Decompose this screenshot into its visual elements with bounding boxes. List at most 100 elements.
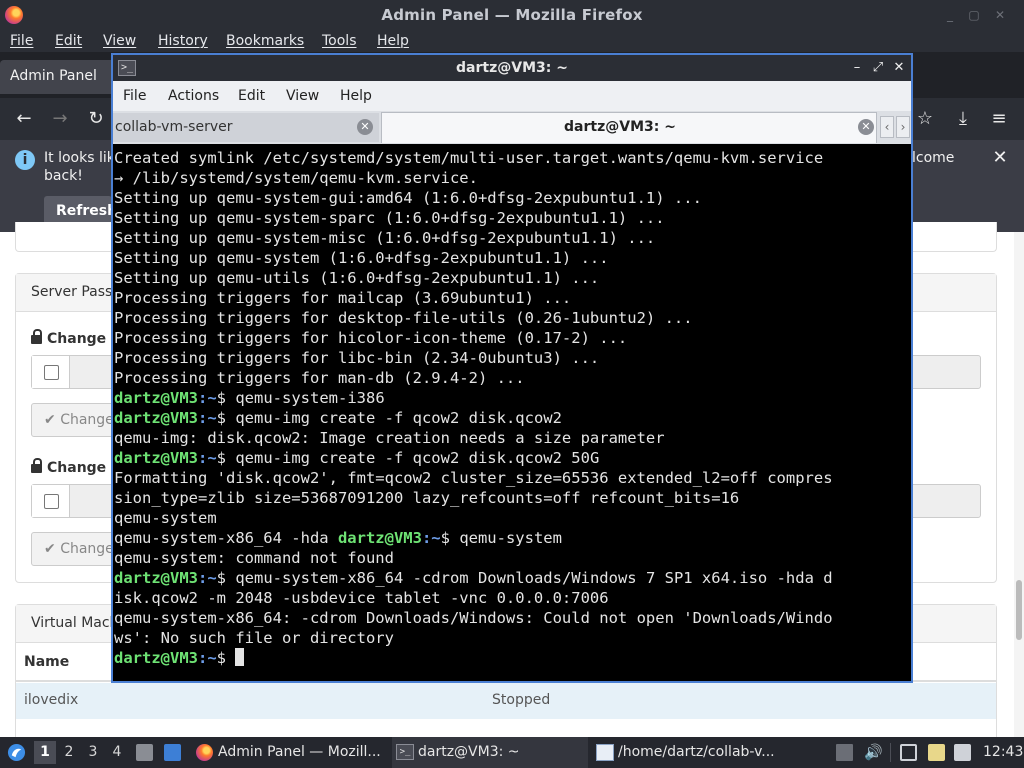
terminal-line: Formatting 'disk.qcow2', fmt=qcow2 clust… [114, 469, 833, 487]
tab-label: dartz@VM3: ~ [564, 119, 676, 135]
forward-icon[interactable]: → [49, 108, 71, 130]
page-scrollbar[interactable] [1014, 232, 1024, 737]
checkbox[interactable] [32, 356, 70, 388]
menu-help[interactable]: Help [377, 32, 409, 50]
desktop-icon[interactable] [164, 744, 181, 761]
hamburger-menu-icon[interactable]: ≡ [988, 108, 1010, 130]
column-header-name: Name [24, 654, 70, 670]
terminal-line: qemu-img: disk.qcow2: Image creation nee… [114, 429, 665, 447]
notification-close-icon[interactable]: ✕ [990, 148, 1010, 168]
terminal-line: Created symlink /etc/systemd/system/mult… [114, 149, 824, 167]
tab-dartz-vm3[interactable]: dartz@VM3: ~ ✕ [381, 112, 877, 143]
change-button-1[interactable]: ✔ Change [31, 403, 121, 437]
task-firefox[interactable]: Admin Panel — Mozill... [194, 737, 384, 768]
terminal-line: qemu-system [114, 509, 217, 527]
menu-history[interactable]: History [158, 32, 208, 50]
menu-file[interactable]: File [10, 32, 33, 50]
downloads-icon[interactable]: ⤓ [952, 108, 974, 130]
clipboard-icon[interactable] [928, 744, 945, 761]
terminal-line: dartz@VM3:~$ qemu-img create -f qcow2 di… [114, 409, 562, 427]
change-button-label: Change [60, 541, 114, 557]
task-label: dartz@VM3: ~ [418, 744, 520, 760]
prompt-path: :~ [198, 569, 217, 587]
bookmark-star-icon[interactable]: ☆ [914, 108, 936, 130]
terminal-line: ws': No such file or directory [114, 629, 394, 647]
clock[interactable]: 12:43 [983, 737, 1023, 768]
prompt-user: dartz@VM3 [114, 449, 198, 467]
prompt-user: dartz@VM3 [114, 389, 198, 407]
menu-edit[interactable]: Edit [55, 32, 82, 50]
reload-icon[interactable]: ↻ [85, 108, 107, 130]
menu-actions[interactable]: Actions [168, 88, 219, 104]
terminal-titlebar[interactable]: >_ dartz@VM3: ~ – ⤢ ✕ [113, 55, 911, 81]
prompt-user: dartz@VM3 [114, 409, 198, 427]
vm-name: ilovedix [24, 692, 79, 708]
network-icon[interactable] [954, 744, 971, 761]
lock-icon [31, 329, 42, 344]
menu-tools[interactable]: Tools [322, 32, 357, 50]
file-manager-icon[interactable] [136, 744, 153, 761]
minimize-icon[interactable]: _ [942, 7, 958, 23]
terminal-line: Setting up qemu-system (1:6.0+dfsg-2expu… [114, 249, 609, 267]
maximize-icon[interactable]: ▢ [966, 7, 982, 23]
tab-collab-vm-server[interactable]: collab-vm-server ✕ [113, 113, 379, 142]
terminal-window[interactable]: >_ dartz@VM3: ~ – ⤢ ✕ File Actions Edit … [111, 53, 913, 683]
terminal-tabbar: collab-vm-server ✕ dartz@VM3: ~ ✕ ‹ › [113, 111, 911, 144]
workspace-3[interactable]: 3 [82, 741, 104, 764]
terminal-line: Processing triggers for man-db (2.9.4-2)… [114, 369, 525, 387]
menu-edit[interactable]: Edit [238, 88, 265, 104]
close-icon[interactable]: ✕ [891, 59, 907, 77]
workspace-2[interactable]: 2 [58, 741, 80, 764]
workspace-4[interactable]: 4 [106, 741, 128, 764]
menu-bookmarks[interactable]: Bookmarks [226, 32, 304, 50]
close-icon[interactable]: ✕ [992, 7, 1008, 23]
tab-scroll-right-icon[interactable]: › [896, 116, 910, 138]
volume-icon[interactable]: 🔊 [864, 737, 883, 768]
firefox-icon [196, 744, 213, 761]
notification-text-2: back! [44, 168, 83, 184]
prompt-path: :~ [198, 409, 217, 427]
table-row[interactable]: ilovedix Stopped [16, 683, 996, 719]
prompt-user: dartz@VM3 [114, 649, 198, 667]
terminal-line: dartz@VM3:~$ qemu-system-x86_64 -cdrom D… [114, 569, 833, 587]
terminal-icon: >_ [396, 744, 414, 760]
info-icon: i [15, 150, 35, 170]
change-button-2[interactable]: ✔ Change [31, 532, 121, 566]
tab-admin-panel[interactable]: Admin Panel [0, 60, 112, 94]
tab-close-icon[interactable]: ✕ [357, 119, 373, 135]
back-icon[interactable]: ← [13, 108, 35, 130]
vm-status: Stopped [492, 692, 551, 708]
prompt-path: :~ [198, 649, 217, 667]
tab-label: collab-vm-server [115, 119, 233, 135]
terminal-line: Processing triggers for hicolor-icon-the… [114, 329, 628, 347]
maximize-icon[interactable]: ⤢ [870, 59, 886, 77]
text-editor-icon [596, 744, 614, 761]
tab-close-icon[interactable]: ✕ [858, 119, 874, 135]
firefox-menubar: File Edit View History Bookmarks Tools H… [0, 30, 1024, 52]
checkbox[interactable] [32, 485, 70, 517]
terminal-line: Setting up qemu-system-gui:amd64 (1:6.0+… [114, 189, 702, 207]
prompt-path: :~ [198, 389, 217, 407]
menu-help[interactable]: Help [340, 88, 372, 104]
terminal-line: Processing triggers for mailcap (3.69ubu… [114, 289, 572, 307]
page-scrollbar-thumb[interactable] [1016, 580, 1022, 640]
task-label: /home/dartz/collab-v... [618, 744, 775, 760]
tab-scroll-left-icon[interactable]: ‹ [880, 116, 894, 138]
display-icon[interactable] [900, 744, 917, 761]
sound-panel-icon[interactable] [836, 744, 853, 761]
task-text-editor[interactable]: /home/dartz/collab-v... [594, 737, 794, 768]
terminal-line: Processing triggers for libc-bin (2.34-0… [114, 349, 600, 367]
start-menu-icon[interactable] [7, 743, 26, 762]
task-terminal[interactable]: >_ dartz@VM3: ~ [392, 737, 588, 768]
menu-file[interactable]: File [123, 88, 146, 104]
prompt-path: :~ [198, 449, 217, 467]
terminal-line: qemu-system-x86_64: -cdrom Downloads/Win… [114, 609, 833, 627]
menu-view[interactable]: View [103, 32, 136, 50]
tab-label: Admin Panel [10, 68, 97, 84]
menu-view[interactable]: View [286, 88, 319, 104]
notification-text-right: lcome [912, 150, 955, 166]
workspace-1[interactable]: 1 [34, 741, 56, 764]
change-button-label: Change [60, 412, 114, 428]
terminal-output[interactable]: Created symlink /etc/systemd/system/mult… [114, 147, 910, 681]
minimize-icon[interactable]: – [849, 59, 865, 77]
